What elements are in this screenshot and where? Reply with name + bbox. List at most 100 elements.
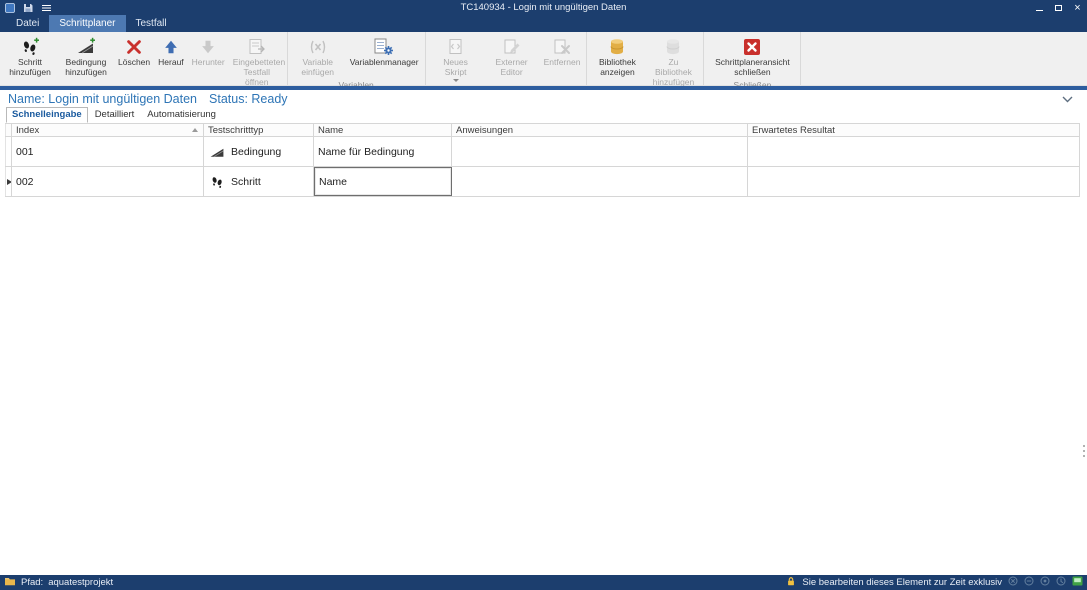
application-window: TC140934 - Login mit ungültigen Daten × …	[0, 0, 1087, 590]
row-002-name-editing-cell[interactable]: Name	[314, 167, 452, 196]
minimize-button[interactable]	[1030, 0, 1049, 15]
add-step-button[interactable]: Schritt hinzufügen	[3, 32, 57, 79]
status-icon-3[interactable]	[1040, 576, 1050, 589]
sort-ascending-icon	[192, 128, 198, 132]
insert-variable-button[interactable]: Variable einfügen	[291, 32, 345, 79]
row-001-selector[interactable]	[5, 137, 12, 166]
delete-icon	[125, 35, 143, 58]
row-001-type-label: Bedingung	[231, 146, 281, 158]
close-view-button[interactable]: Schrittplaneransicht schließen	[707, 32, 797, 79]
tab-schrittplaner[interactable]: Schrittplaner	[49, 15, 125, 32]
column-header-anweisungen[interactable]: Anweisungen	[452, 124, 748, 136]
collapse-header-chevron[interactable]	[1062, 96, 1073, 103]
add-to-library-label: Zu Bibliothek hinzufügen	[649, 58, 697, 87]
lock-icon	[786, 576, 796, 590]
table-row-002[interactable]: 002 Schritt Name	[5, 167, 1080, 197]
status-icon-1[interactable]	[1008, 576, 1018, 589]
app-icon[interactable]	[4, 2, 16, 14]
column-header-testschritttyp[interactable]: Testschritttyp	[204, 124, 314, 136]
condition-wedge-icon	[208, 144, 226, 160]
tab-detailliert[interactable]: Detailliert	[89, 107, 141, 123]
remove-script-label: Entfernen	[544, 58, 581, 68]
row-001-anweisungen[interactable]	[452, 137, 748, 166]
menu-icon[interactable]	[40, 2, 52, 14]
exclusive-lock-message: Sie bearbeiten dieses Element zur Zeit e…	[802, 577, 1002, 588]
move-down-icon	[199, 35, 217, 58]
add-condition-icon	[76, 35, 96, 58]
tab-datei[interactable]: Datei	[6, 15, 49, 32]
new-script-button[interactable]: Neues Skript	[429, 32, 483, 83]
remove-script-button[interactable]: Entfernen	[541, 32, 584, 69]
table-header-row: Index Testschritttyp Name Anweisungen Er…	[5, 123, 1080, 137]
row-001-name[interactable]: Name für Bedingung	[314, 137, 452, 166]
add-step-icon	[20, 35, 40, 58]
insert-variable-label: Variable einfügen	[294, 58, 342, 78]
status-icon-4[interactable]	[1056, 576, 1066, 589]
ribbon-group-schrittplaner: Schritt hinzufügen Bedingung hinzufügen …	[0, 32, 288, 85]
connection-status-icon[interactable]	[1072, 576, 1083, 589]
save-icon[interactable]	[22, 2, 34, 14]
add-to-library-icon	[663, 35, 683, 58]
variable-manager-label: Variablenmanager	[350, 58, 419, 68]
right-splitter-handle[interactable]	[1083, 445, 1085, 457]
row-001-erwartetes-resultat[interactable]	[748, 137, 1080, 166]
close-view-label: Schrittplaneransicht schließen	[710, 58, 794, 78]
row-002-erwartetes-resultat[interactable]	[748, 167, 1080, 196]
move-down-button[interactable]: Herunter	[189, 32, 228, 69]
row-001-index[interactable]: 001	[12, 137, 204, 166]
variable-manager-button[interactable]: Variablenmanager	[347, 32, 422, 69]
add-step-label: Schritt hinzufügen	[6, 58, 54, 78]
status-icon-2[interactable]	[1024, 576, 1034, 589]
column-header-name[interactable]: Name	[314, 124, 452, 136]
move-up-icon	[162, 35, 180, 58]
path-label: Pfad:	[21, 577, 43, 588]
ribbon-tabstrip: Datei Schrittplaner Testfall	[0, 15, 1087, 32]
window-controls: ×	[1030, 0, 1087, 15]
titlebar: TC140934 - Login mit ungültigen Daten ×	[0, 0, 1087, 15]
tab-schnelleingabe[interactable]: Schnelleingabe	[6, 107, 88, 123]
insert-variable-icon	[308, 35, 328, 58]
add-to-library-button[interactable]: Zu Bibliothek hinzufügen	[646, 32, 700, 88]
row-002-type[interactable]: Schritt	[204, 167, 314, 196]
document-header: Name: Login mit ungültigen Daten Status:…	[0, 90, 1087, 108]
row-selector-header	[5, 124, 12, 136]
move-up-label: Herauf	[158, 58, 184, 68]
move-up-button[interactable]: Herauf	[155, 32, 187, 69]
folder-icon	[4, 576, 16, 589]
restore-button[interactable]	[1049, 0, 1068, 15]
remove-script-icon	[552, 35, 572, 58]
external-editor-button[interactable]: Externer Editor	[485, 32, 539, 79]
variable-manager-icon	[373, 35, 395, 58]
view-tabs: Schnelleingabe Detailliert Automatisieru…	[0, 108, 1087, 123]
titlebar-quick-icons	[0, 2, 52, 14]
tab-testfall[interactable]: Testfall	[126, 15, 177, 32]
ribbon-group-variablen: Variable einfügen Variablenmanager Varia…	[288, 32, 426, 85]
row-001-type[interactable]: Bedingung	[204, 137, 314, 166]
table-row-001[interactable]: 001 Bedingung Name für Bedingung	[5, 137, 1080, 167]
row-002-anweisungen[interactable]	[452, 167, 748, 196]
step-table-region: Index Testschritttyp Name Anweisungen Er…	[0, 123, 1087, 575]
tab-automatisierung[interactable]: Automatisierung	[141, 107, 222, 123]
row-002-index[interactable]: 002	[12, 167, 204, 196]
delete-button[interactable]: Löschen	[115, 32, 153, 69]
open-embedded-testcase-icon	[247, 35, 267, 58]
open-embedded-testcase-button[interactable]: Eingebetteten Testfall öffnen	[230, 32, 284, 88]
close-button[interactable]: ×	[1068, 0, 1087, 15]
column-header-erwartetes-resultat[interactable]: Erwartetes Resultat	[748, 124, 1080, 136]
ribbon-group-skript-bibliothek: Bibliothek anzeigen Zu Bibliothek hinzuf…	[587, 32, 704, 85]
move-down-label: Herunter	[192, 58, 225, 68]
new-script-label: Neues Skript	[432, 58, 480, 78]
row-002-type-label: Schritt	[231, 176, 261, 188]
delete-label: Löschen	[118, 58, 150, 68]
minimize-icon	[1036, 10, 1043, 11]
document-status: Status: Ready	[209, 92, 288, 106]
external-editor-label: Externer Editor	[488, 58, 536, 78]
row-002-selector[interactable]	[5, 167, 12, 196]
column-header-index[interactable]: Index	[12, 124, 204, 136]
add-condition-button[interactable]: Bedingung hinzufügen	[59, 32, 113, 79]
close-view-icon	[742, 35, 762, 58]
document-name: Name: Login mit ungültigen Daten	[8, 92, 197, 106]
path-value[interactable]: aquatestprojekt	[48, 577, 113, 588]
show-library-button[interactable]: Bibliothek anzeigen	[590, 32, 644, 79]
ribbon-group-automation: Neues Skript Externer Editor Entfernen A…	[426, 32, 588, 85]
